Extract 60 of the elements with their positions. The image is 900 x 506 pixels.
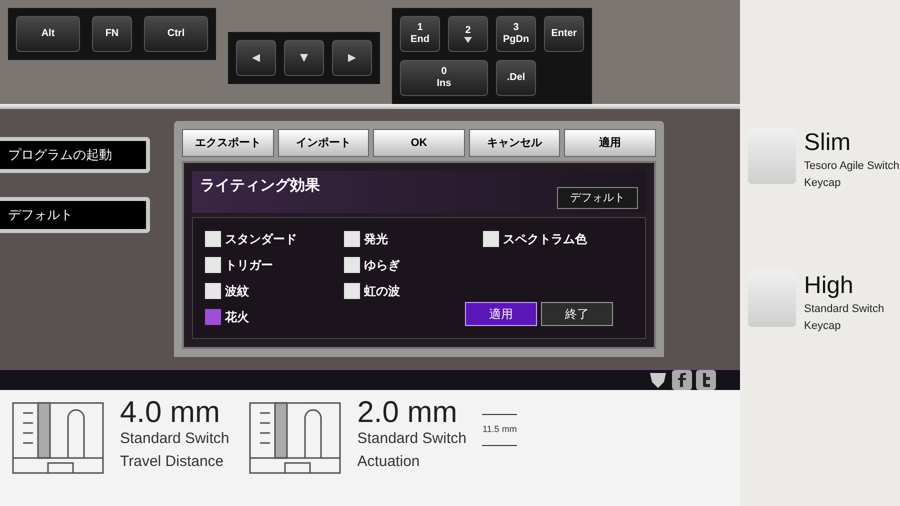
right-arrow-icon [347, 53, 357, 63]
keyboard-key[interactable]: .Del [496, 60, 536, 96]
spec-label: Standard Switch [357, 429, 466, 449]
keycap-label: Tesoro Agile Switch [804, 159, 900, 174]
keycap-picture [748, 128, 796, 184]
keycap-label: Keycap [804, 318, 842, 334]
default-button[interactable]: デフォルト [557, 186, 638, 210]
action-button[interactable]: 適用 [465, 302, 537, 326]
spec-value: 4.0 mm [120, 398, 222, 428]
spec-label: Standard Switch [120, 429, 230, 449]
facebook-icon[interactable] [672, 370, 692, 390]
checkbox[interactable] [205, 309, 221, 326]
left-arrow-icon [251, 53, 261, 63]
down-arrow-icon [299, 53, 309, 63]
down-arrow-icon [464, 37, 472, 44]
toolbar-tab[interactable]: エクスポート [182, 128, 274, 157]
spec-label: Actuation [357, 452, 421, 472]
keyboard-key[interactable]: 3 PgDn [496, 16, 536, 52]
panel-title: ライティング効果 [200, 176, 320, 196]
spec-value: 2.0 mm [357, 398, 458, 428]
keyboard-key[interactable]: 0 Ins [400, 60, 488, 96]
option-label: スタンダード [225, 231, 297, 248]
keycap-label: Keycap [804, 176, 842, 190]
checkbox[interactable] [483, 231, 499, 248]
keyboard-key[interactable]: Ctrl [144, 16, 208, 52]
dimension-label: 11.5 mm [482, 414, 517, 446]
keyboard-key[interactable]: 2 [448, 16, 488, 52]
keyboard-key[interactable]: Enter [544, 16, 584, 52]
keyboard-key[interactable] [332, 40, 372, 76]
keyboard-key[interactable]: Alt [16, 16, 80, 52]
keycap-title: Slim [804, 128, 852, 158]
toolbar-tab[interactable]: キャンセル [468, 128, 560, 157]
checkbox[interactable] [344, 283, 360, 300]
action-button[interactable]: 終了 [541, 302, 613, 326]
keyboard-key[interactable]: 1 End [400, 16, 440, 52]
option-label: 波紋 [225, 283, 249, 300]
checkbox[interactable] [344, 231, 360, 248]
twitter-icon[interactable] [696, 370, 716, 390]
keyboard-key[interactable] [236, 40, 276, 76]
toolbar-tab[interactable]: 適用 [564, 128, 656, 157]
toolbar-tab[interactable]: OK [373, 128, 465, 157]
option-label: 虹の波 [364, 283, 400, 300]
checkbox[interactable] [205, 283, 221, 300]
checkbox[interactable] [205, 231, 221, 248]
side-button[interactable]: プログラムの起動 [0, 136, 150, 173]
keyboard-key[interactable] [284, 40, 324, 76]
toolbar-tab[interactable]: インポート [278, 128, 370, 157]
option-label: トリガー [225, 257, 273, 274]
option-label: スペクトラム色 [503, 231, 587, 248]
checkbox[interactable] [205, 257, 221, 274]
option-label: 花火 [225, 309, 249, 326]
keyboard-key[interactable]: FN [92, 16, 132, 52]
checkbox[interactable] [344, 257, 360, 274]
keycap-title: High [804, 271, 854, 301]
side-button[interactable]: デフォルト [0, 196, 150, 233]
spec-label: Travel Distance [120, 452, 225, 472]
option-label: ゆらぎ [364, 257, 400, 274]
keycap-label: Standard Switch [804, 302, 884, 317]
option-label: 発光 [364, 231, 388, 248]
keycap-picture [748, 271, 796, 327]
